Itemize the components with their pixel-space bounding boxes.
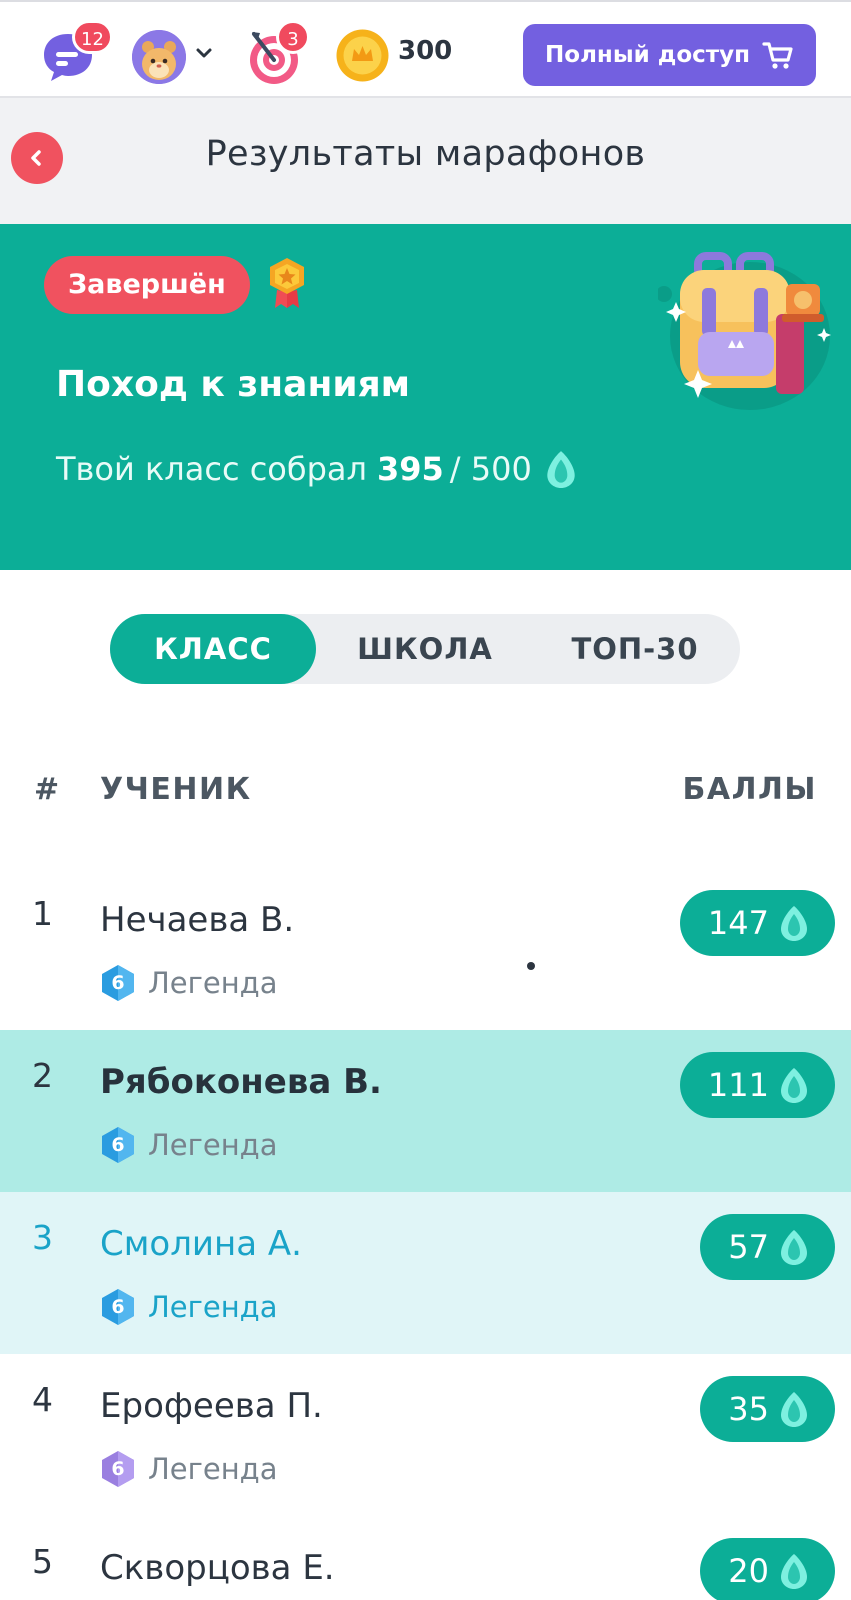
drop-icon (781, 1230, 807, 1265)
medal-icon (266, 256, 308, 310)
level-hex-icon: 6 (100, 1126, 136, 1164)
chevron-down-icon[interactable] (193, 42, 215, 64)
backpack-illustration (656, 244, 834, 414)
drop-icon (781, 906, 807, 941)
column-header-score: БАЛЛЫ (682, 772, 817, 807)
marathon-banner: Завершён Поход к знаниям Твой класс собр… (0, 224, 851, 570)
marathon-title: Поход к знаниям (56, 364, 411, 405)
score-badge: 147 (679, 890, 835, 956)
coin-count: 300 (398, 36, 453, 66)
table-row[interactable]: 5 Скворцова Е. 20 (0, 1516, 851, 1600)
level-hex-icon: 6 (100, 1288, 136, 1326)
score-value: 35 (728, 1390, 769, 1428)
row-rank: 3 (32, 1218, 53, 1257)
full-access-label: Полный доступ (545, 42, 750, 68)
score-badge: 57 (700, 1214, 835, 1280)
level-number: 6 (111, 972, 125, 994)
score-value: 20 (728, 1552, 769, 1590)
row-level: 6 Легенда (100, 1288, 278, 1326)
row-student-name: Рябоконева В. (100, 1062, 382, 1102)
table-row[interactable]: 3 Смолина А. 6 Легенда 57 (0, 1192, 851, 1354)
level-number: 6 (111, 1458, 125, 1480)
row-student-name: Нечаева В. (100, 900, 295, 940)
level-number: 6 (111, 1296, 125, 1318)
score-value: 57 (728, 1228, 769, 1266)
avatar[interactable] (132, 30, 186, 84)
table-row[interactable]: 1 Нечаева В. 6 Легенда 147 (0, 868, 851, 1030)
row-rank: 1 (32, 894, 53, 933)
full-access-button[interactable]: Полный доступ (523, 24, 816, 86)
progress-prefix: Твой класс собрал (56, 450, 367, 488)
score-badge: 20 (700, 1538, 835, 1600)
tab-top-30[interactable]: ТОП-30 (530, 614, 740, 684)
level-name: Легенда (148, 1452, 278, 1486)
cart-icon (762, 42, 793, 69)
row-rank: 4 (32, 1380, 53, 1419)
ranking-tabs: КЛАСС ШКОЛА ТОП-30 (110, 614, 740, 684)
row-level: 6 Легенда (100, 964, 278, 1002)
level-name: Легенда (148, 966, 278, 1000)
table-row[interactable]: 2 Рябоконева В. 6 Легенда 111 (0, 1030, 851, 1192)
row-student-name: Ерофеева П. (100, 1386, 323, 1426)
drop-icon (781, 1554, 807, 1589)
column-header-student: УЧЕНИК (100, 772, 252, 807)
status-badge: Завершён (44, 256, 250, 314)
drop-icon (781, 1068, 807, 1103)
drop-icon (781, 1392, 807, 1427)
row-level: 6 Легенда (100, 1450, 278, 1488)
drop-icon (547, 451, 575, 488)
row-level: 6 Легенда (100, 1126, 278, 1164)
tab-class[interactable]: КЛАСС (110, 614, 316, 684)
marathon-progress: Твой класс собрал 395 / 500 (56, 449, 578, 489)
column-header-rank: # (34, 772, 61, 807)
score-badge: 111 (679, 1052, 835, 1118)
row-student-name: Скворцова Е. (100, 1548, 335, 1588)
coin-icon (336, 29, 389, 82)
title-bar: Результаты марафонов (0, 98, 851, 224)
chat-badge: 12 (72, 20, 113, 54)
tab-school[interactable]: ШКОЛА (320, 614, 530, 684)
row-rank: 2 (32, 1056, 53, 1095)
table-row[interactable]: 4 Ерофеева П. 6 Легенда 35 (0, 1354, 851, 1516)
row-student-name: Смолина А. (100, 1224, 302, 1264)
score-badge: 35 (700, 1376, 835, 1442)
level-hex-icon: 6 (100, 964, 136, 1002)
page-title: Результаты марафонов (205, 134, 646, 174)
level-number: 6 (111, 1134, 125, 1156)
decorative-dot (527, 962, 535, 970)
progress-collected: 395 (376, 450, 444, 488)
score-value: 111 (707, 1066, 769, 1104)
level-name: Легенда (148, 1128, 278, 1162)
row-rank: 5 (32, 1542, 53, 1581)
top-bar: 12 3 300 Полный доступ (0, 0, 851, 98)
score-value: 147 (707, 904, 769, 942)
progress-total: / 500 (449, 450, 532, 488)
target-badge: 3 (276, 20, 310, 54)
level-name: Легенда (148, 1290, 278, 1324)
level-hex-icon: 6 (100, 1450, 136, 1488)
